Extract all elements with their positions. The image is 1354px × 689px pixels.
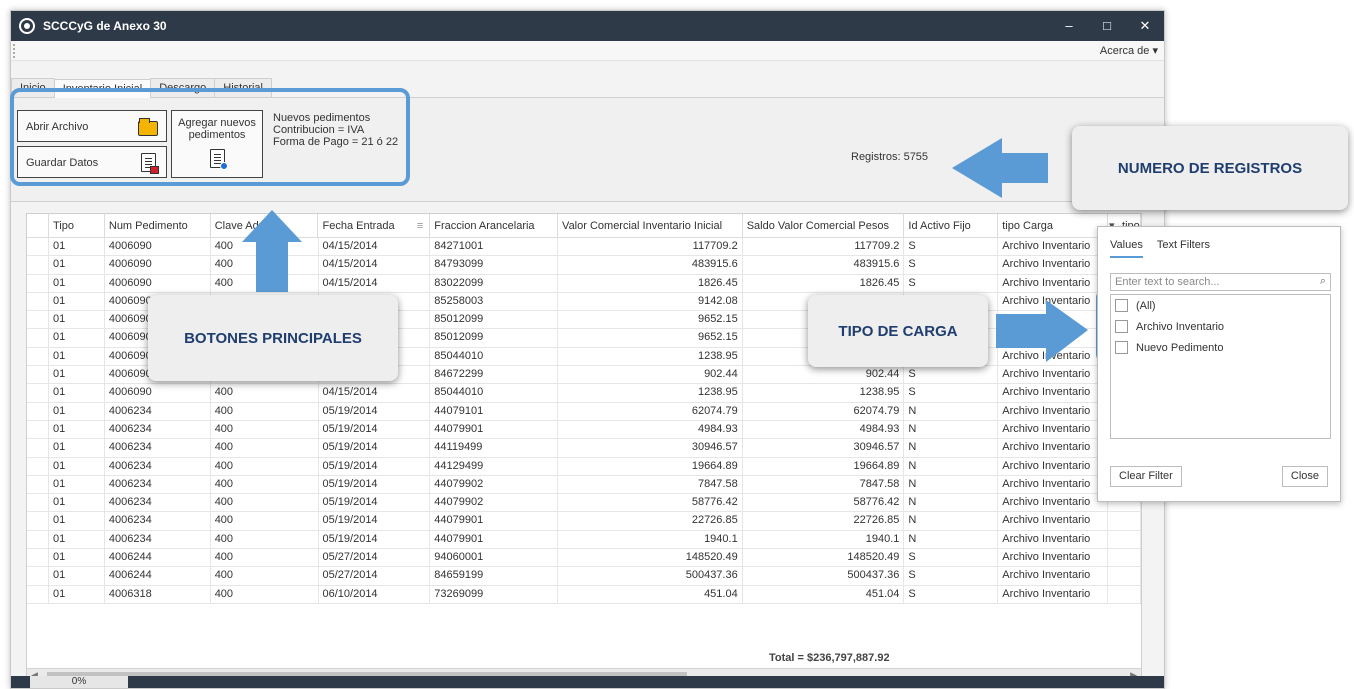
arrow-icon	[242, 210, 302, 292]
filter-search-input[interactable]: Enter text to search... ⌕	[1110, 273, 1331, 291]
filter-search-placeholder: Enter text to search...	[1115, 276, 1220, 288]
checkbox[interactable]	[1115, 299, 1128, 312]
filter-tab-values[interactable]: Values	[1110, 239, 1143, 258]
checkbox[interactable]	[1115, 320, 1128, 333]
checkbox[interactable]	[1115, 341, 1128, 354]
filter-item-label: Nuevo Pedimento	[1136, 341, 1224, 354]
filter-popup: Values Text Filters Enter text to search…	[1097, 226, 1341, 502]
filter-item-all[interactable]: (All)	[1111, 295, 1330, 316]
botones-principales-label: BOTONES PRINCIPALES	[148, 295, 398, 381]
tipo-carga-label: TIPO DE CARGA	[808, 295, 988, 367]
arrow-icon	[996, 300, 1088, 362]
filter-item-archivo-inventario[interactable]: Archivo Inventario	[1111, 316, 1330, 337]
filter-tab-text-filters[interactable]: Text Filters	[1157, 239, 1210, 258]
filter-item-label: Archivo Inventario	[1136, 320, 1225, 333]
search-icon: ⌕	[1319, 275, 1326, 287]
numero-registros-label: NUMERO DE REGISTROS	[1072, 126, 1348, 210]
clear-filter-button[interactable]: Clear Filter	[1110, 466, 1182, 487]
arrow-icon	[952, 138, 1048, 198]
filter-tabs: Values Text Filters	[1098, 227, 1340, 258]
close-filter-button[interactable]: Close	[1281, 466, 1328, 487]
filter-values-list: (All) Archivo Inventario Nuevo Pedimento	[1110, 294, 1331, 439]
filter-item-nuevo-pedimento[interactable]: Nuevo Pedimento	[1111, 337, 1330, 358]
filter-item-label: (All)	[1136, 299, 1156, 312]
